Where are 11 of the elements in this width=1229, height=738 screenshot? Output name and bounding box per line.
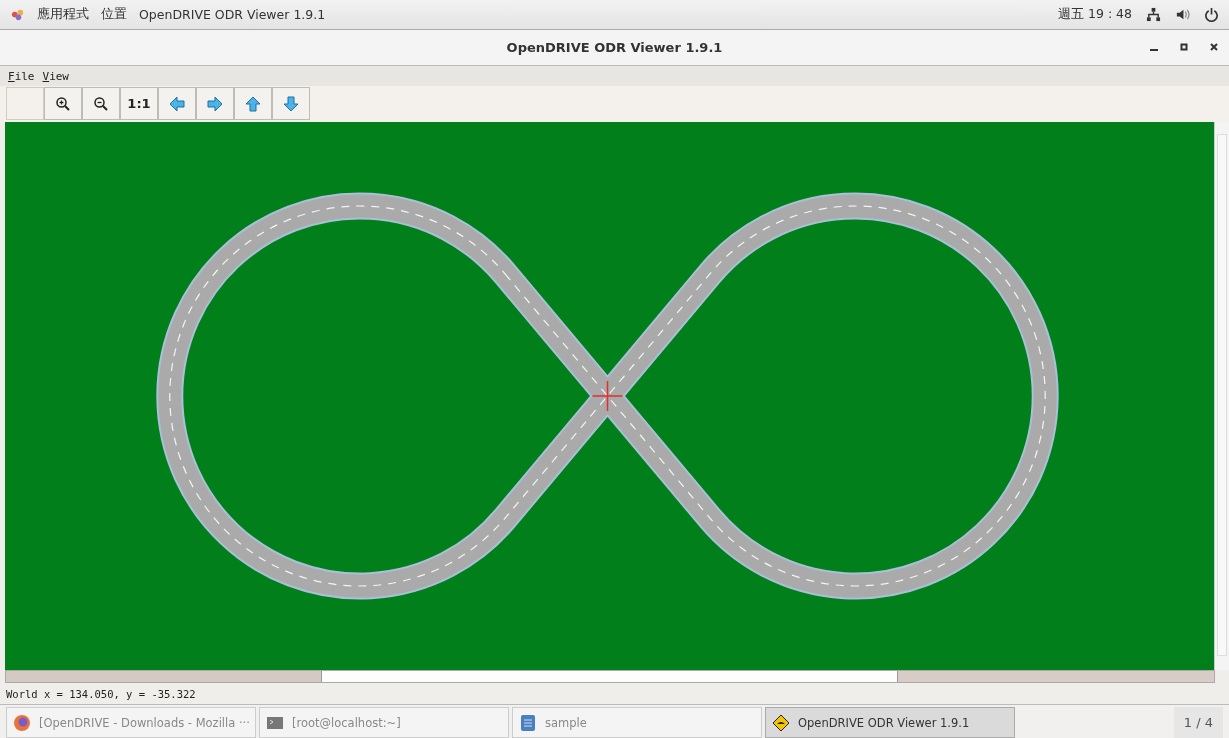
menu-item[interactable]: View — [42, 69, 69, 83]
menu-item[interactable]: File — [8, 69, 35, 83]
actual-size-button[interactable]: 1:1 — [120, 87, 158, 120]
active-app-name[interactable]: OpenDRIVE ODR Viewer 1.9.1 — [139, 7, 326, 22]
window-title: OpenDRIVE ODR Viewer 1.9.1 — [506, 40, 723, 55]
status-text: World x = 134.050, y = -35.322 — [6, 687, 196, 700]
taskbar-item[interactable]: OpenDRIVE ODR Viewer 1.9.1 — [765, 707, 1015, 738]
applications-menu[interactable]: 應用程式 — [37, 6, 89, 23]
places-menu[interactable]: 位置 — [101, 6, 127, 23]
workspace-pager[interactable]: 1 / 4 — [1173, 707, 1223, 738]
clock[interactable]: 週五 19 : 48 — [1058, 6, 1132, 23]
